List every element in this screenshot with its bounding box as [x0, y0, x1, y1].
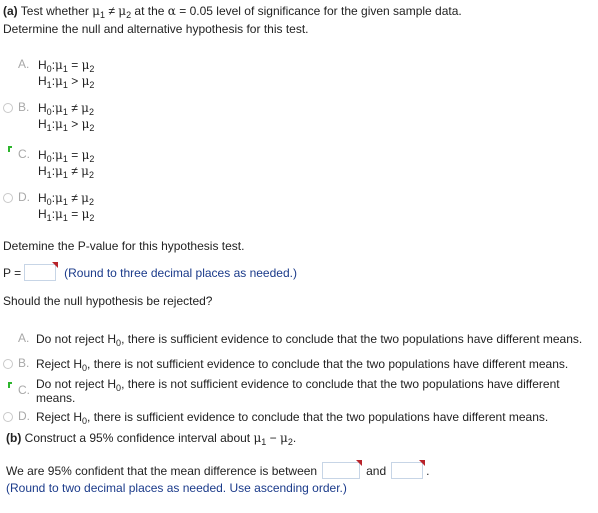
- option-text: Reject H0, there is sufficient evidence …: [36, 410, 549, 426]
- ci-prefix: We are 95% confident that the mean diffe…: [6, 463, 318, 478]
- correct-check-icon: [8, 146, 12, 152]
- pvalue-label: P =: [3, 265, 22, 280]
- hypothesis-pair: H0:μ1 = μ2 H1:μ1 ≠ μ2: [38, 147, 95, 180]
- hypothesis-pair: H0:μ1 ≠ μ2 H1:μ1 > μ2: [38, 100, 95, 133]
- option-text: Do not reject H0, there is sufficient ev…: [36, 332, 583, 348]
- ci-suffix: .: [426, 463, 430, 478]
- option-letter: D.: [18, 409, 30, 423]
- part-b-label: (b): [6, 431, 22, 445]
- ci-row: We are 95% confident that the mean diffe…: [6, 460, 430, 479]
- part-a-question: (a) Test whether μ1 ≠ μ2 at the α = 0.05…: [3, 4, 462, 20]
- hypothesis-option-d[interactable]: D. H0:μ1 ≠ μ2 H1:μ1 = μ2: [0, 190, 200, 223]
- null-hypothesis: H0:μ1 = μ2: [38, 58, 95, 74]
- ci-and: and: [366, 463, 387, 478]
- decision-option-a[interactable]: A. Do not reject H0, there is sufficient…: [0, 331, 598, 348]
- null-hypothesis: H0:μ1 ≠ μ2: [38, 101, 94, 117]
- hypothesis-option-a[interactable]: A. H0:μ1 = μ2 H1:μ1 > μ2: [0, 57, 200, 90]
- decision-option-c[interactable]: C. Do not reject H0, there is not suffic…: [0, 377, 598, 405]
- pvalue-row: P = (Round to three decimal places as ne…: [3, 262, 297, 281]
- pvalue-hint: (Round to three decimal places as needed…: [64, 265, 297, 280]
- option-text: Do not reject H0, there is not sufficien…: [36, 377, 560, 405]
- part-a-instruction: Determine the null and alternative hypot…: [3, 22, 309, 36]
- option-letter: D.: [18, 190, 30, 204]
- option-letter: B.: [18, 100, 30, 114]
- option-letter: A.: [18, 57, 30, 71]
- part-b-question: (b) Construct a 95% confidence interval …: [6, 431, 297, 447]
- option-text: Reject H0, there is not sufficient evide…: [36, 357, 569, 373]
- alt-hypothesis: H1:μ1 > μ2: [38, 117, 95, 133]
- pvalue-prompt: Detemine the P-value for this hypothesis…: [3, 239, 245, 253]
- reject-question: Should the null hypothesis be rejected?: [3, 294, 213, 308]
- ci-upper-input[interactable]: [391, 460, 426, 479]
- part-a-label: (a): [3, 4, 18, 18]
- decision-option-d[interactable]: D. Reject H0, there is sufficient eviden…: [0, 409, 598, 426]
- hypothesis-option-c[interactable]: C. H0:μ1 = μ2 H1:μ1 ≠ μ2: [0, 146, 200, 180]
- null-hypothesis: H0:μ1 ≠ μ2: [38, 191, 94, 207]
- option-letter: C.: [18, 147, 30, 161]
- option-letter: B.: [18, 356, 30, 370]
- alt-hypothesis: H1:μ1 = μ2: [38, 207, 95, 223]
- radio-button[interactable]: [3, 412, 13, 422]
- option-letter: C.: [18, 383, 30, 397]
- radio-button[interactable]: [3, 103, 13, 113]
- hypothesis-option-b[interactable]: B. H0:μ1 ≠ μ2 H1:μ1 > μ2: [0, 100, 200, 133]
- hypothesis-pair: H0:μ1 = μ2 H1:μ1 > μ2: [38, 57, 95, 90]
- null-hypothesis: H0:μ1 = μ2: [38, 148, 95, 164]
- radio-button[interactable]: [3, 193, 13, 203]
- ci-lower-input[interactable]: [322, 460, 363, 479]
- radio-button[interactable]: [3, 359, 13, 369]
- pvalue-input[interactable]: [24, 262, 59, 281]
- decision-option-b[interactable]: B. Reject H0, there is not sufficient ev…: [0, 356, 598, 373]
- option-letter: A.: [18, 331, 30, 345]
- alt-hypothesis: H1:μ1 > μ2: [38, 74, 95, 90]
- hypothesis-pair: H0:μ1 ≠ μ2 H1:μ1 = μ2: [38, 190, 95, 223]
- alt-hypothesis: H1:μ1 ≠ μ2: [38, 164, 94, 180]
- correct-check-icon: [8, 382, 12, 388]
- ci-hint: (Round to two decimal places as needed. …: [6, 481, 347, 495]
